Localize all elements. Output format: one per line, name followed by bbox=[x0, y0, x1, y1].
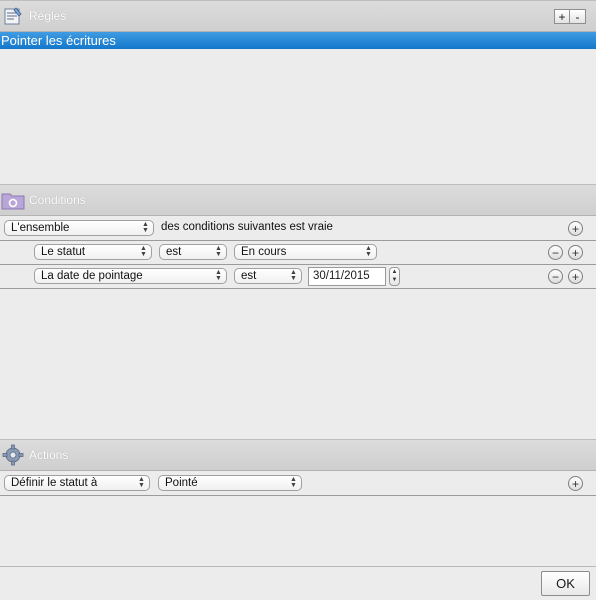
match-type-select[interactable]: L'ensemble ▲ ▼ bbox=[4, 220, 154, 236]
remove-condition-button[interactable]: − bbox=[548, 245, 563, 260]
select-arrows-icon: ▲ ▼ bbox=[365, 245, 372, 258]
condition-operator-value: est bbox=[166, 246, 182, 258]
rules-title: Règles bbox=[29, 9, 67, 23]
condition-field-value: Le statut bbox=[41, 246, 86, 258]
add-rule-button[interactable]: + bbox=[554, 9, 570, 24]
select-arrows-icon: ▲ ▼ bbox=[290, 269, 297, 282]
conditions-match-row: L'ensemble ▲ ▼ des conditions suivantes e… bbox=[0, 216, 596, 241]
action-type-value: Définir le statut à bbox=[11, 477, 98, 489]
dialog-footer: OK bbox=[0, 566, 596, 600]
stepper-arrows-icon: ▲ ▼ bbox=[391, 269, 398, 283]
rules-header: Règles + - bbox=[0, 0, 596, 32]
add-condition-button[interactable]: + bbox=[568, 269, 583, 284]
conditions-header: Conditions bbox=[0, 184, 596, 216]
match-suffix-text: des conditions suivantes est vraie bbox=[161, 221, 333, 233]
action-row: Définir le statut à ▲ ▼ Pointé ▲ ▼ + bbox=[0, 471, 596, 496]
condition-value-value: En cours bbox=[241, 246, 287, 258]
gear-icon bbox=[1, 443, 25, 467]
ok-button[interactable]: OK bbox=[541, 571, 590, 596]
actions-title: Actions bbox=[29, 448, 69, 462]
select-arrows-icon: ▲ ▼ bbox=[215, 245, 222, 258]
condition-operator-select[interactable]: est ▲ ▼ bbox=[234, 268, 302, 284]
condition-date-field[interactable]: 30/11/2015 bbox=[308, 267, 386, 286]
select-arrows-icon: ▲ ▼ bbox=[142, 221, 149, 234]
add-condition-button[interactable]: + bbox=[568, 245, 583, 260]
add-action-button[interactable]: + bbox=[568, 476, 583, 491]
select-arrows-icon: ▲ ▼ bbox=[138, 476, 145, 489]
match-type-value: L'ensemble bbox=[11, 222, 70, 234]
remove-rule-button[interactable]: - bbox=[570, 9, 586, 24]
condition-row: Le statut ▲ ▼ est ▲ ▼ En cours ▲ ▼ − + bbox=[0, 240, 596, 265]
date-stepper[interactable]: ▲ ▼ bbox=[389, 267, 400, 286]
select-arrows-icon: ▲ ▼ bbox=[215, 269, 222, 282]
condition-row: La date de pointage ▲ ▼ est ▲ ▼ 30/11/2015… bbox=[0, 264, 596, 289]
condition-operator-value: est bbox=[241, 270, 257, 282]
actions-header: Actions bbox=[0, 439, 596, 471]
condition-field-select[interactable]: La date de pointage ▲ ▼ bbox=[34, 268, 227, 284]
select-arrows-icon: ▲ ▼ bbox=[290, 476, 297, 489]
condition-field-value: La date de pointage bbox=[41, 270, 143, 282]
folder-gear-icon bbox=[1, 188, 25, 212]
action-value-select[interactable]: Pointé ▲ ▼ bbox=[158, 475, 302, 491]
select-arrows-icon: ▲ ▼ bbox=[140, 245, 147, 258]
condition-value-select[interactable]: En cours ▲ ▼ bbox=[234, 244, 377, 260]
conditions-title: Conditions bbox=[29, 193, 86, 207]
remove-condition-button[interactable]: − bbox=[548, 269, 563, 284]
rules-add-remove-control: + - bbox=[554, 9, 586, 24]
rule-list-item-selected[interactable]: Pointer les écritures bbox=[0, 32, 596, 49]
condition-field-select[interactable]: Le statut ▲ ▼ bbox=[34, 244, 152, 260]
action-value-value: Pointé bbox=[165, 477, 198, 489]
rules-icon bbox=[1, 4, 25, 28]
action-type-select[interactable]: Définir le statut à ▲ ▼ bbox=[4, 475, 150, 491]
condition-operator-select[interactable]: est ▲ ▼ bbox=[159, 244, 227, 260]
add-condition-button[interactable]: + bbox=[568, 221, 583, 236]
rule-list: Pointer les écritures bbox=[0, 32, 596, 184]
